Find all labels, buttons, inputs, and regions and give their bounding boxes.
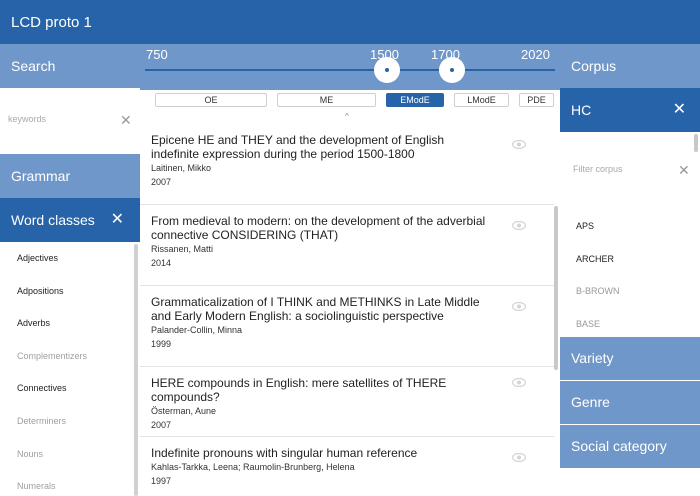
result-year: 2007	[151, 420, 172, 430]
app-header: LCD proto 1	[0, 0, 700, 44]
corpus-list: APS ARCHER B-BROWN BASE	[560, 210, 700, 340]
result-authors: Palander-Collin, Minna	[151, 325, 243, 335]
word-classes-label: Word classes	[11, 212, 95, 228]
period-me-button[interactable]: ME	[277, 93, 376, 107]
close-word-classes-icon[interactable]: ✕	[111, 198, 124, 242]
keywords-input[interactable]	[8, 114, 108, 124]
collapse-caret-icon[interactable]: ^	[345, 112, 349, 121]
selected-corpus-label: HC	[571, 102, 592, 118]
word-class-item[interactable]: Determiners	[0, 405, 140, 438]
word-class-item[interactable]: Adjectives	[0, 242, 140, 275]
selected-corpus-header[interactable]: HC ✕	[560, 88, 700, 132]
result-item[interactable]: From medieval to modern: on the developm…	[140, 205, 554, 286]
eye-icon[interactable]	[512, 453, 526, 462]
corpus-item[interactable]: APS	[560, 210, 700, 243]
eye-icon[interactable]	[512, 140, 526, 149]
result-authors: Rissanen, Matti	[151, 244, 214, 254]
close-corpus-icon[interactable]: ✕	[673, 88, 686, 132]
corpus-item[interactable]: B-BROWN	[560, 275, 700, 308]
results-scrollbar[interactable]	[554, 206, 558, 370]
word-class-item[interactable]: Adverbs	[0, 307, 140, 340]
result-title[interactable]: Indefinite pronouns with singular human …	[151, 446, 494, 460]
timeline-slider[interactable]: 750 1500 1700 2020	[140, 44, 560, 90]
eye-icon[interactable]	[512, 302, 526, 311]
word-class-item[interactable]: Complementizers	[0, 340, 140, 373]
period-oe-button[interactable]: OE	[155, 93, 267, 107]
timeline-end-handle[interactable]	[438, 57, 465, 83]
period-lmode-button[interactable]: LModE	[454, 93, 509, 107]
eye-icon[interactable]	[512, 221, 526, 230]
timeline-min-label: 750	[146, 47, 168, 62]
word-class-item[interactable]: Connectives	[0, 372, 140, 405]
corpus-item[interactable]: ARCHER	[560, 243, 700, 276]
clear-filter-icon[interactable]: ✕	[678, 162, 690, 179]
word-class-item[interactable]: Numerals	[0, 470, 140, 496]
period-emode-button[interactable]: EModE	[386, 93, 444, 107]
result-title[interactable]: HERE compounds in English: mere satellit…	[151, 376, 494, 404]
variety-header[interactable]: Variety	[560, 337, 700, 380]
result-year: 2014	[151, 258, 172, 268]
timeline-max-label: 2020	[521, 47, 550, 62]
timeline-track[interactable]	[145, 69, 555, 71]
word-class-item[interactable]: Nouns	[0, 438, 140, 471]
filter-corpus-box: ✕	[560, 132, 700, 202]
result-authors: Kahlas-Tarkka, Leena; Raumolin-Brunberg,…	[151, 462, 355, 472]
corpus-panel: Corpus HC ✕ ✕ APS ARCHER B-BROWN BASE Va…	[560, 44, 700, 496]
app-title: LCD proto 1	[11, 14, 92, 31]
left-panel: Search ✕ Grammar Word classes ✕ Adjectiv…	[0, 44, 140, 496]
grammar-header[interactable]: Grammar	[0, 154, 140, 198]
result-title[interactable]: Grammaticalization of I THINK and METHIN…	[151, 295, 494, 323]
clear-keywords-icon[interactable]: ✕	[120, 112, 132, 129]
corpus-item[interactable]: BASE	[560, 308, 700, 341]
period-pde-button[interactable]: PDE	[519, 93, 554, 107]
social-category-header[interactable]: Social category	[560, 425, 700, 468]
word-class-item[interactable]: Adpositions	[0, 275, 140, 308]
search-header[interactable]: Search	[0, 44, 140, 88]
result-year: 1997	[151, 476, 172, 486]
result-title[interactable]: Epicene HE and THEY and the development …	[151, 133, 494, 161]
result-item[interactable]: Epicene HE and THEY and the development …	[140, 124, 554, 205]
period-selector: OE ME EModE LModE PDE	[140, 90, 560, 114]
keywords-box: ✕	[0, 88, 140, 154]
result-year: 2007	[151, 177, 172, 187]
result-authors: Laitinen, Mikko	[151, 163, 212, 173]
results-list: Epicene HE and THEY and the development …	[140, 124, 554, 496]
filter-corpus-input[interactable]	[573, 164, 673, 174]
result-authors: Österman, Aune	[151, 406, 217, 416]
corpus-scrollbar[interactable]	[694, 134, 698, 152]
eye-icon[interactable]	[512, 378, 526, 387]
word-classes-header[interactable]: Word classes ✕	[0, 198, 140, 242]
corpus-header[interactable]: Corpus	[560, 44, 700, 88]
word-class-scrollbar[interactable]	[134, 244, 138, 496]
word-class-list: Adjectives Adpositions Adverbs Complemen…	[0, 242, 140, 496]
genre-header[interactable]: Genre	[560, 381, 700, 424]
result-item[interactable]: Indefinite pronouns with singular human …	[140, 437, 554, 496]
result-item[interactable]: HERE compounds in English: mere satellit…	[140, 367, 554, 437]
timeline-start-handle[interactable]	[374, 57, 401, 83]
result-title[interactable]: From medieval to modern: on the developm…	[151, 214, 494, 242]
result-item[interactable]: Grammaticalization of I THINK and METHIN…	[140, 286, 554, 367]
result-year: 1999	[151, 339, 172, 349]
results-panel: 750 1500 1700 2020 OE ME EModE LModE PDE…	[140, 44, 560, 496]
